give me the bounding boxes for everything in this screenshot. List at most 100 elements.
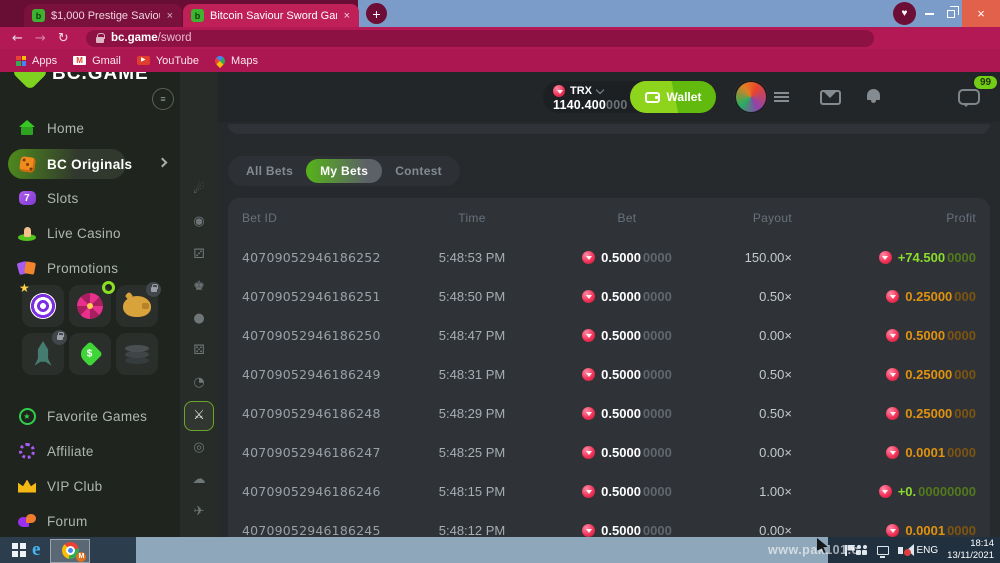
table-row[interactable]: 40709052946186249 5:48:31 PM 0.50000000 … <box>228 355 990 394</box>
browser-tab-2-active[interactable]: b Bitcoin Saviour Sword Game - Pl × <box>183 4 359 27</box>
bet-amount: 0.50000000 <box>582 445 672 460</box>
bcgame-logo[interactable]: BC.GAME <box>0 72 180 95</box>
game-cloud-icon[interactable]: ☁ <box>180 472 218 487</box>
bookmark-youtube[interactable]: ▶ YouTube <box>137 55 199 67</box>
profit-main: +74.500 <box>898 250 945 265</box>
maps-pin-icon <box>213 53 227 67</box>
chrome-taskbar-button[interactable]: M <box>50 539 90 563</box>
table-row[interactable]: 40709052946186247 5:48:25 PM 0.50000000 … <box>228 433 990 472</box>
mail-icon[interactable] <box>820 90 841 105</box>
bookmark-gmail[interactable]: M Gmail <box>73 55 121 67</box>
tab-all-bets[interactable]: All Bets <box>233 164 306 178</box>
clock[interactable]: 18:14 13/11/2021 <box>947 538 994 562</box>
game-tile-wheel[interactable] <box>69 285 111 327</box>
tab-my-bets[interactable]: My Bets <box>306 159 382 183</box>
tab-close-icon[interactable]: × <box>166 10 174 22</box>
bcgame-favicon: b <box>32 9 45 22</box>
sidebar-collapse-button[interactable]: ≡ <box>152 88 174 110</box>
trx-coin-icon <box>879 485 892 498</box>
media-heart-button[interactable]: ♥ <box>893 2 916 25</box>
profit-value: 0.00010000 <box>886 523 976 537</box>
game-timer-icon[interactable]: ◔ <box>180 375 218 390</box>
reload-icon[interactable]: ↻ <box>58 31 69 46</box>
table-row[interactable]: 40709052946186250 5:48:47 PM 0.50000000 … <box>228 316 990 355</box>
favorite-star-icon <box>17 406 37 426</box>
network-icon[interactable] <box>877 546 889 555</box>
payout-value: 0.00× <box>759 523 792 537</box>
game-tile-rocket[interactable] <box>22 333 64 375</box>
game-crown-icon[interactable]: ♚ <box>180 279 218 294</box>
sidebar-item-forum[interactable]: Forum <box>0 510 180 532</box>
game-ball-icon[interactable]: ● <box>180 311 218 326</box>
url-bar[interactable]: bc.game/sword <box>86 30 874 47</box>
bookmark-label: Maps <box>231 55 258 67</box>
sidebar-item-favorite-games[interactable]: Favorite Games <box>0 405 180 427</box>
profit-value: +74.5000000 <box>879 250 976 265</box>
game-sword-active[interactable]: ⚔ <box>184 401 214 431</box>
profit-value: 0.25000000 <box>886 367 976 382</box>
game-eye-icon[interactable]: ◎ <box>180 440 218 455</box>
trx-coin-icon <box>886 368 899 381</box>
live-casino-icon <box>17 223 37 243</box>
url-host: bc.game <box>111 32 158 44</box>
chat-badge: 99 <box>974 76 997 89</box>
bookmark-maps[interactable]: Maps <box>215 55 258 67</box>
apps-grid-icon <box>16 56 26 66</box>
bet-time: 5:48:53 PM <box>439 250 506 265</box>
back-icon[interactable]: ← <box>12 31 23 46</box>
sidebar-item-live-casino[interactable]: Live Casino <box>0 222 180 244</box>
sidebar-item-slots[interactable]: Slots <box>0 187 180 209</box>
browser-tab-1[interactable]: b $1,000 Prestige Saviour Sword C × <box>24 4 182 27</box>
forward-icon[interactable]: → <box>35 31 46 46</box>
slots-icon <box>17 188 37 208</box>
game-panel-bottom-edge <box>228 124 990 134</box>
account-menu-icon[interactable] <box>774 92 789 102</box>
sidebar-item-vip-club[interactable]: VIP Club <box>0 475 180 497</box>
url-path: /sword <box>158 32 192 44</box>
bet-main: 0.5000 <box>601 289 641 304</box>
sidebar-item-bc-originals[interactable]: BC Originals <box>0 153 180 175</box>
star-icon: ★ <box>19 281 30 295</box>
table-row[interactable]: 40709052946186252 5:48:53 PM 0.50000000 … <box>228 238 990 277</box>
bookmark-apps[interactable]: Apps <box>16 55 57 67</box>
game-tile-price-tag[interactable] <box>69 333 111 375</box>
maximize-button[interactable] <box>940 0 962 27</box>
affiliate-icon <box>17 441 37 461</box>
profit-value: 0.00010000 <box>886 445 976 460</box>
new-tab-button[interactable]: + <box>366 3 387 24</box>
game-tile-darts[interactable]: ★ <box>22 285 64 327</box>
tab-close-icon[interactable]: × <box>343 10 351 22</box>
table-row[interactable]: 40709052946186248 5:48:29 PM 0.50000000 … <box>228 394 990 433</box>
volume-muted-icon[interactable] <box>898 547 903 554</box>
close-window-button[interactable]: × <box>962 0 1000 27</box>
game-icon-rail: ☄ ◉ ⚂ ♚ ● ⚄ ◔ ⚔ ◎ ☁ ✈ <box>180 72 218 537</box>
bet-main: 0.5000 <box>601 484 641 499</box>
sidebar-item-affiliate[interactable]: Affiliate <box>0 440 180 462</box>
table-row[interactable]: 40709052946186251 5:48:50 PM 0.50000000 … <box>228 277 990 316</box>
game-plane-icon[interactable]: ✈ <box>180 504 218 519</box>
internet-explorer-icon[interactable]: e <box>32 539 40 561</box>
table-row[interactable]: 40709052946186246 5:48:15 PM 0.50000000 … <box>228 472 990 511</box>
sidebar-item-home[interactable]: Home <box>0 117 180 139</box>
game-tile-coins[interactable] <box>116 333 158 375</box>
language-indicator[interactable]: ENG <box>916 545 938 556</box>
game-coinflip-icon[interactable]: ⚂ <box>180 247 218 262</box>
game-tile-piggy[interactable] <box>116 285 158 327</box>
lock-badge-icon <box>52 330 67 345</box>
profile-badge: M <box>76 552 86 562</box>
wallet-button[interactable]: Wallet <box>630 81 716 113</box>
bell-icon[interactable] <box>867 89 880 100</box>
table-row[interactable]: 40709052946186245 5:48:12 PM 0.50000000 … <box>228 511 990 537</box>
user-avatar[interactable] <box>734 80 768 114</box>
start-button[interactable] <box>12 543 18 549</box>
tab-contest[interactable]: Contest <box>382 164 455 178</box>
game-wheel-icon[interactable]: ◉ <box>180 214 218 229</box>
chat-icon[interactable] <box>958 89 980 105</box>
game-crash-icon[interactable]: ☄ <box>180 182 218 197</box>
bookmark-label: YouTube <box>156 55 199 67</box>
sidebar-item-promotions[interactable]: Promotions <box>0 257 180 279</box>
profit-main: +0. <box>898 484 916 499</box>
game-dice-icon[interactable]: ⚄ <box>180 343 218 358</box>
profit-dim: 0000 <box>947 328 976 343</box>
minimize-button[interactable] <box>918 0 940 27</box>
